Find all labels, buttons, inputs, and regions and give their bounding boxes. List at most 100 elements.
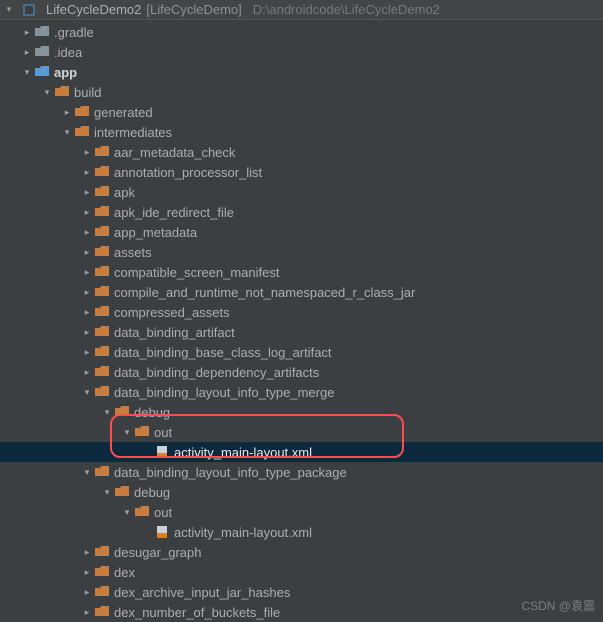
chevron-right-icon: ▸ bbox=[82, 247, 92, 258]
chevron-right-icon: ▸ bbox=[82, 367, 92, 378]
chevron-right-icon: ▸ bbox=[82, 167, 92, 178]
tree-item-debug[interactable]: ▾ debug bbox=[0, 402, 603, 422]
tree-item[interactable]: ▸ dex_archive_input_jar_hashes bbox=[0, 582, 603, 602]
folder-icon bbox=[94, 364, 110, 380]
chevron-right-icon: ▸ bbox=[82, 147, 92, 158]
tree-item[interactable]: ▸compile_and_runtime_not_namespaced_r_cl… bbox=[0, 282, 603, 302]
folder-icon bbox=[94, 284, 110, 300]
folder-icon bbox=[34, 24, 50, 40]
module-icon bbox=[21, 2, 37, 18]
chevron-right-icon: ▸ bbox=[22, 27, 32, 38]
tree-label: desugar_graph bbox=[114, 545, 201, 560]
tree-label: dex bbox=[114, 565, 135, 580]
project-name: LifeCycleDemo2 bbox=[46, 2, 141, 17]
tree-item-debug2[interactable]: ▾debug bbox=[0, 482, 603, 502]
tree-label: app bbox=[54, 65, 77, 80]
tree-label: generated bbox=[94, 105, 153, 120]
folder-icon bbox=[94, 144, 110, 160]
tree-label: data_binding_layout_info_type_merge bbox=[114, 385, 334, 400]
tree-item[interactable]: ▸ compressed_assets bbox=[0, 302, 603, 322]
tree-label: dex_number_of_buckets_file bbox=[114, 605, 280, 620]
tree-item-generated[interactable]: ▸ generated bbox=[0, 102, 603, 122]
folder-icon bbox=[94, 344, 110, 360]
tree-item[interactable]: ▸ assets bbox=[0, 242, 603, 262]
tree-item-app[interactable]: ▾ app bbox=[0, 62, 603, 82]
tree-item[interactable]: ▸ apk_ide_redirect_file bbox=[0, 202, 603, 222]
tree-label: compressed_assets bbox=[114, 305, 230, 320]
tree-item-merge[interactable]: ▾ data_binding_layout_info_type_merge bbox=[0, 382, 603, 402]
chevron-down-icon: ▾ bbox=[22, 67, 32, 78]
tree-label: debug bbox=[134, 405, 170, 420]
chevron-right-icon: ▸ bbox=[82, 267, 92, 278]
chevron-down-icon: ▾ bbox=[42, 87, 52, 98]
tree-item-gradle[interactable]: ▸ .gradle bbox=[0, 22, 603, 42]
chevron-down-icon: ▾ bbox=[82, 467, 92, 478]
folder-icon bbox=[114, 404, 130, 420]
chevron-down-icon: ▾ bbox=[102, 487, 112, 498]
chevron-right-icon: ▸ bbox=[82, 567, 92, 578]
tree-item[interactable]: ▸data_binding_artifact bbox=[0, 322, 603, 342]
tree-item-build[interactable]: ▾ build bbox=[0, 82, 603, 102]
tree-label: data_binding_layout_info_type_package bbox=[114, 465, 347, 480]
tree-label: apk_ide_redirect_file bbox=[114, 205, 234, 220]
chevron-right-icon: ▸ bbox=[82, 187, 92, 198]
folder-icon bbox=[114, 484, 130, 500]
folder-icon bbox=[94, 304, 110, 320]
chevron-right-icon: ▸ bbox=[22, 47, 32, 58]
tree-item-activity-main-layout-xml2[interactable]: activity_main-layout.xml bbox=[0, 522, 603, 542]
folder-icon bbox=[94, 264, 110, 280]
tree-label: aar_metadata_check bbox=[114, 145, 235, 160]
tree-item[interactable]: ▸ dex_number_of_buckets_file bbox=[0, 602, 603, 622]
project-tree: ▸ .gradle ▸ .idea ▾ app ▾ build ▸ genera… bbox=[0, 20, 603, 622]
tree-item[interactable]: ▸desugar_graph bbox=[0, 542, 603, 562]
tree-item-idea[interactable]: ▸ .idea bbox=[0, 42, 603, 62]
chevron-right-icon: ▸ bbox=[82, 287, 92, 298]
tree-label: build bbox=[74, 85, 101, 100]
folder-icon bbox=[94, 384, 110, 400]
tree-label: assets bbox=[114, 245, 152, 260]
chevron-right-icon: ▸ bbox=[82, 327, 92, 338]
tree-label: data_binding_dependency_artifacts bbox=[114, 365, 319, 380]
xml-file-icon bbox=[154, 524, 170, 540]
tree-label: data_binding_base_class_log_artifact bbox=[114, 345, 332, 360]
tree-item[interactable]: ▸ annotation_processor_list bbox=[0, 162, 603, 182]
project-path: D:\androidcode\LifeCycleDemo2 bbox=[253, 2, 440, 17]
tree-item[interactable]: ▸apk bbox=[0, 182, 603, 202]
tree-label: intermediates bbox=[94, 125, 172, 140]
tree-item[interactable]: ▸ dex bbox=[0, 562, 603, 582]
folder-icon bbox=[74, 124, 90, 140]
watermark: CSDN @袁震 bbox=[521, 597, 595, 614]
xml-file-icon bbox=[154, 444, 170, 460]
folder-icon bbox=[94, 184, 110, 200]
tree-label: activity_main-layout.xml bbox=[174, 525, 312, 540]
chevron-right-icon: ▸ bbox=[82, 607, 92, 618]
chevron-right-icon: ▸ bbox=[82, 207, 92, 218]
folder-icon bbox=[94, 544, 110, 560]
chevron-down-icon: ▾ bbox=[62, 127, 72, 138]
folder-icon bbox=[74, 104, 90, 120]
chevron-right-icon: ▸ bbox=[62, 107, 72, 118]
tree-item-out2[interactable]: ▾out bbox=[0, 502, 603, 522]
tree-item[interactable]: ▸app_metadata bbox=[0, 222, 603, 242]
folder-icon bbox=[94, 464, 110, 480]
tree-item[interactable]: ▸compatible_screen_manifest bbox=[0, 262, 603, 282]
tree-label: out bbox=[154, 425, 172, 440]
tree-item[interactable]: ▸ aar_metadata_check bbox=[0, 142, 603, 162]
tree-item-intermediates[interactable]: ▾ intermediates bbox=[0, 122, 603, 142]
folder-module-icon bbox=[34, 64, 50, 80]
project-header[interactable]: ▾ LifeCycleDemo2 [LifeCycleDemo] D:\andr… bbox=[0, 0, 603, 20]
tree-item-package[interactable]: ▾ data_binding_layout_info_type_package bbox=[0, 462, 603, 482]
tree-item[interactable]: ▸ data_binding_dependency_artifacts bbox=[0, 362, 603, 382]
tree-item-out[interactable]: ▾out bbox=[0, 422, 603, 442]
chevron-down-icon: ▾ bbox=[82, 387, 92, 398]
folder-icon bbox=[94, 324, 110, 340]
tree-item[interactable]: ▸data_binding_base_class_log_artifact bbox=[0, 342, 603, 362]
chevron-right-icon: ▸ bbox=[82, 587, 92, 598]
chevron-down-icon: ▾ bbox=[122, 507, 132, 518]
chevron-down-icon: ▾ bbox=[102, 407, 112, 418]
tree-label: annotation_processor_list bbox=[114, 165, 262, 180]
tree-label: dex_archive_input_jar_hashes bbox=[114, 585, 290, 600]
tree-item-activity-main-layout-xml[interactable]: activity_main-layout.xml bbox=[0, 442, 603, 462]
chevron-right-icon: ▸ bbox=[82, 307, 92, 318]
folder-icon bbox=[134, 504, 150, 520]
